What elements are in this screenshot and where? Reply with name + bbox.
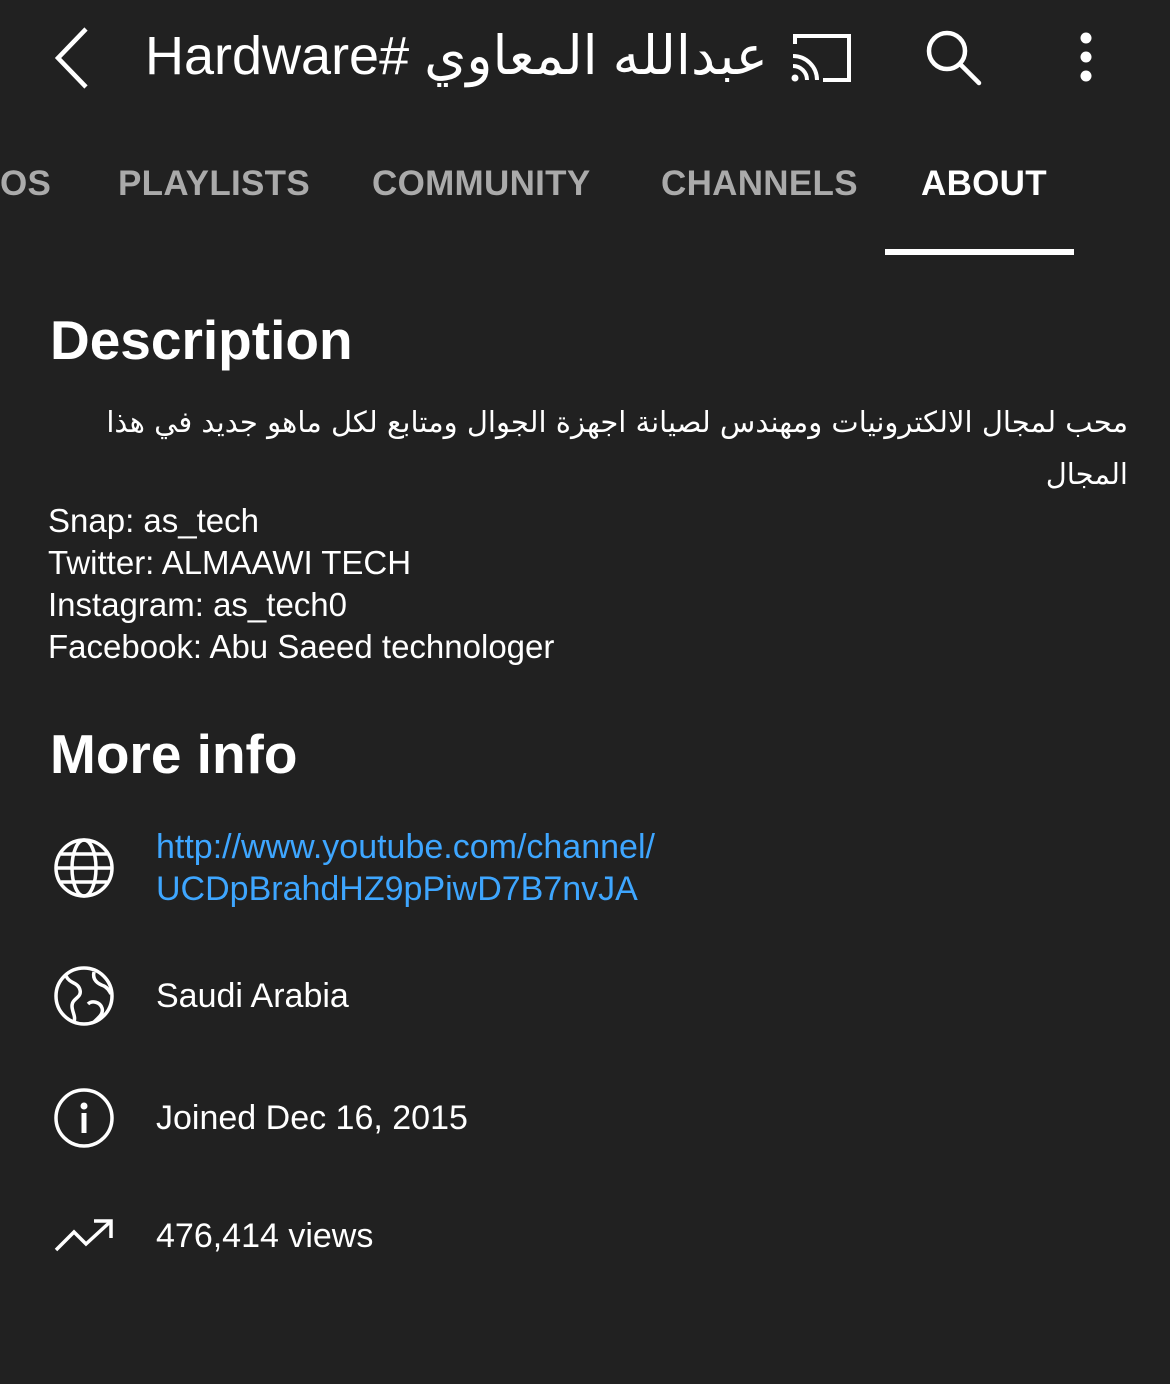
description-line-twitter: Twitter: ALMAAWI TECH	[48, 544, 412, 581]
country-row: Saudi Arabia	[50, 962, 1130, 1030]
description-line-facebook: Facebook: Abu Saeed technologer	[48, 628, 555, 665]
search-button[interactable]	[918, 22, 988, 92]
channel-url-line-1: http://www.youtube.com/channel/	[156, 828, 655, 866]
joined-date-text: Joined Dec 16, 2015	[156, 1099, 468, 1137]
views-row: 476,414 views	[50, 1202, 1130, 1270]
top-app-bar: عبدالله المعاوي #Hardware	[0, 0, 1170, 115]
views-count-text: 476,414 views	[156, 1217, 374, 1255]
tab-videos[interactable]: OS	[0, 164, 51, 204]
description-line-snap: Snap: as_tech	[48, 502, 259, 539]
description-heading: Description	[50, 309, 353, 371]
channel-tabs: OS PLAYLISTS COMMUNITY CHANNELS ABOUT	[0, 120, 1170, 260]
active-tab-indicator	[885, 249, 1074, 255]
cast-button[interactable]	[784, 26, 858, 90]
tab-about[interactable]: ABOUT	[921, 164, 1047, 204]
more-options-button[interactable]	[1058, 22, 1114, 92]
country-text: Saudi Arabia	[156, 977, 349, 1015]
tab-channels[interactable]: CHANNELS	[661, 164, 858, 204]
channel-url-link[interactable]: http://www.youtube.com/channel/ UCDpBrah…	[156, 826, 655, 910]
more-vert-icon	[1080, 32, 1092, 82]
back-arrow-icon	[54, 27, 88, 89]
trending-up-icon	[50, 1202, 118, 1270]
description-line-instagram: Instagram: as_tech0	[48, 586, 347, 623]
joined-row: Joined Dec 16, 2015	[50, 1084, 1130, 1152]
channel-url-line-2: UCDpBrahdHZ9pPiwD7B7nvJA	[156, 870, 638, 908]
info-icon	[50, 1084, 118, 1152]
back-button[interactable]	[40, 22, 104, 94]
search-icon	[926, 30, 982, 86]
cast-icon	[791, 34, 851, 82]
description-arabic-text: محب لمجال الالكترونيات ومهندس لصيانة اجه…	[106, 405, 1128, 491]
more-info-heading: More info	[50, 723, 298, 785]
web-globe-icon	[50, 834, 118, 902]
channel-title: عبدالله المعاوي #Hardware	[145, 26, 768, 86]
channel-link-row: http://www.youtube.com/channel/ UCDpBrah…	[50, 826, 1130, 910]
description-links: Snap: as_tech Twitter: ALMAAWI TECH Inst…	[48, 500, 1128, 668]
globe-country-icon	[50, 962, 118, 1030]
tab-playlists[interactable]: PLAYLISTS	[118, 164, 310, 204]
tab-community[interactable]: COMMUNITY	[372, 164, 591, 204]
